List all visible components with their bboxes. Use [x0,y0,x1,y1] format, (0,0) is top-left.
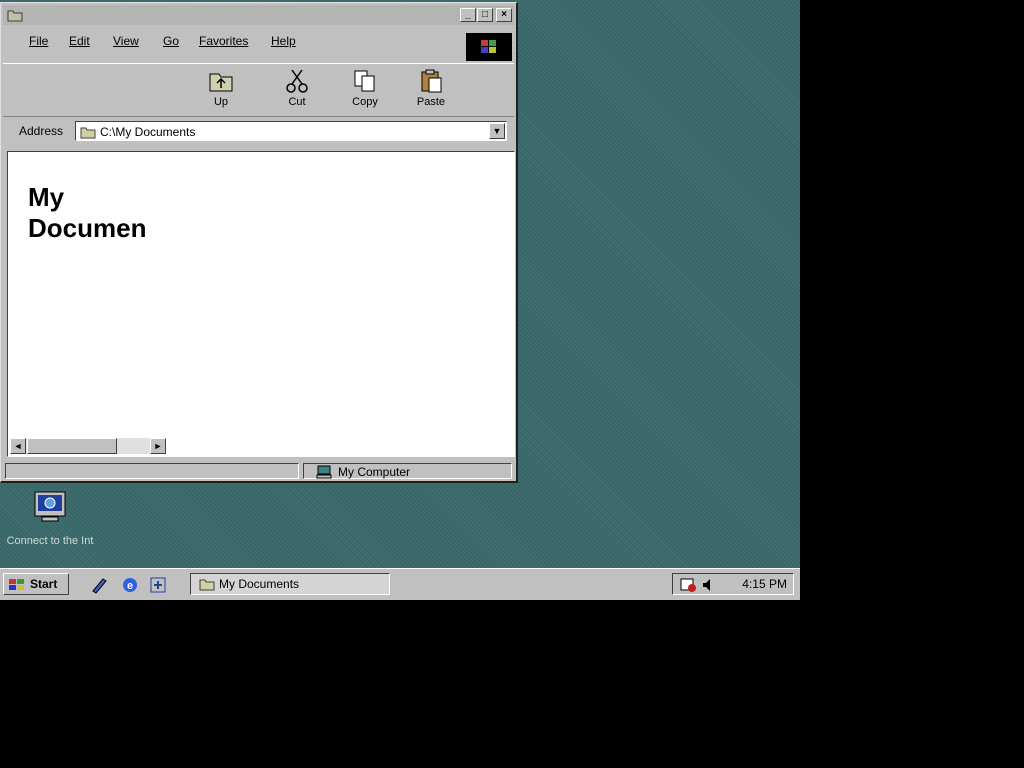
menu-bar: File Edit View Go Favorites Help [3,31,514,51]
horizontal-scrollbar[interactable]: ◄ ► [10,438,166,454]
taskbar: Start e My Documents 4:15 PM [0,568,800,600]
explorer-window: _ □ × File Edit View Go Favorites Help U… [0,2,518,483]
copy-label: Copy [352,96,378,108]
status-pane-right: My Computer [303,463,512,479]
folder-icon [199,579,215,591]
start-button[interactable]: Start [3,573,69,595]
address-bar: Address C:\My Documents ▼ [3,119,514,145]
maximize-button[interactable]: □ [477,8,493,22]
computer-icon [316,465,332,479]
windows-logo-icon [9,579,24,590]
volume-icon[interactable] [701,577,713,593]
desktop-icon-label: Connect to the Int [6,535,94,547]
address-dropdown-button[interactable]: ▼ [489,123,505,139]
menu-edit[interactable]: Edit [69,34,90,48]
start-label: Start [30,577,58,591]
folder-view[interactable]: My Documen ◄ ► [7,151,515,457]
scroll-right-button[interactable]: ► [150,438,166,454]
address-field[interactable]: C:\My Documents ▼ [75,121,507,141]
cut-label: Cut [288,96,306,108]
address-value: C:\My Documents [100,125,196,139]
status-pane-left [5,463,299,479]
close-button[interactable]: × [496,8,512,22]
taskbar-button-label: My Documents [219,577,300,591]
status-location: My Computer [338,465,411,479]
clock[interactable]: 4:15 PM [742,577,787,591]
internet-explorer-icon[interactable]: e [120,575,140,595]
menu-favorites[interactable]: Favorites [199,34,248,48]
menu-file[interactable]: File [29,34,48,48]
taskbar-button-my-documents[interactable]: My Documents [190,573,390,595]
windows-logo-icon [481,40,496,53]
up-folder-icon [209,73,233,92]
scroll-left-button[interactable]: ◄ [10,438,26,454]
status-bar: My Computer [3,461,514,481]
clipboard-icon [421,69,442,93]
paste-label: Paste [416,96,446,108]
cut-button[interactable]: Cut [269,68,325,108]
svg-text:e: e [127,580,133,592]
desktop[interactable]: _ □ × File Edit View Go Favorites Help U… [0,0,800,600]
scroll-thumb[interactable] [27,438,117,454]
title-bar[interactable]: _ □ × [3,5,514,25]
folder-title: My Documen [28,182,147,243]
scissors-icon [286,69,308,93]
paste-button[interactable]: Paste [403,68,459,108]
show-desktop-icon[interactable] [90,575,110,595]
folder-icon [80,127,96,139]
menu-help[interactable]: Help [271,34,296,48]
up-label: Up [213,96,229,108]
scheduler-icon[interactable] [679,577,697,593]
copy-button[interactable]: Copy [337,68,393,108]
channels-icon[interactable] [148,575,168,595]
folder-icon [7,10,23,22]
desktop-icon-connect[interactable]: Connect to the Int [0,486,100,547]
system-tray: 4:15 PM [672,573,794,595]
toolbar: Up Cut Copy Paste [3,63,514,117]
minimize-button[interactable]: _ [460,8,476,22]
address-label: Address [19,124,64,138]
windows-throbber-logo [466,33,512,61]
menu-view[interactable]: View [113,34,139,48]
connect-internet-icon [34,491,66,522]
menu-go[interactable]: Go [163,34,179,48]
copy-icon [354,70,375,92]
up-button[interactable]: Up [193,68,249,108]
